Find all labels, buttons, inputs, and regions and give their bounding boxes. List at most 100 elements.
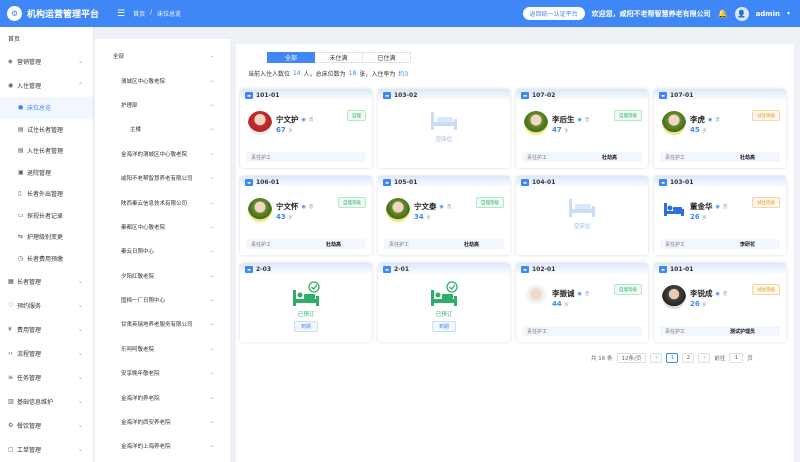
tab-full[interactable]: 已住满 bbox=[363, 52, 411, 63]
tree-node-label: 安享晚年敬老院 bbox=[121, 371, 160, 378]
bed-card[interactable]: ▬ 101-01 李锐成 ◉ 普 26 岁试住等级 责任护工 测试护理员 bbox=[654, 263, 786, 342]
bed-card[interactable]: ▬ 2-03 已预订 到期 bbox=[240, 263, 372, 342]
sidebar-item-bed-overview[interactable]: ● 床位总览 bbox=[0, 97, 93, 119]
sidebar-item-visits[interactable]: ▭ 探视长者记录 bbox=[0, 205, 93, 227]
chevron-down-icon: ⌄ bbox=[209, 370, 214, 377]
avatar[interactable]: 👤 bbox=[734, 6, 749, 21]
page-size-select[interactable]: 12条/页 bbox=[616, 353, 647, 363]
bed-card-header: ▬ 107-01 bbox=[654, 89, 786, 101]
bed-card-header: ▬ 104-01 bbox=[516, 176, 648, 188]
tree-node[interactable]: 金海洋的西安养老院 ⌄ bbox=[95, 410, 230, 434]
chevron-down-icon: ⌄ bbox=[209, 126, 214, 133]
elder-grade: 普 bbox=[584, 117, 590, 123]
sidebar-item-care-level[interactable]: ⇆ 护理级别变更 bbox=[0, 226, 93, 248]
bed-icon: ▬ bbox=[383, 178, 391, 186]
room-number: 105-01 bbox=[394, 178, 418, 186]
page-button[interactable]: 2 bbox=[682, 353, 695, 363]
sidebar-item-fees[interactable]: ¥ 费用管理 ⌄ bbox=[0, 317, 93, 341]
return-auth-platform-button[interactable]: 返回统一认证平台 bbox=[522, 7, 585, 20]
sidebar-item-prepay[interactable]: ◷ 长者费用预缴 bbox=[0, 248, 93, 270]
user-name[interactable]: admin bbox=[756, 10, 780, 18]
gender-icon: ◉ bbox=[301, 203, 306, 210]
sidebar-item-label: 长者外出管理 bbox=[27, 191, 64, 199]
sidebar-item-checkin[interactable]: ◉ 入住管理 ⌃ bbox=[0, 73, 93, 97]
sidebar-item-label: 长者管理 bbox=[17, 278, 42, 286]
tree-node[interactable]: 国棉一厂日照中心 ⌄ bbox=[95, 288, 230, 312]
tree-node[interactable]: 金海洋的养老院 ⌄ bbox=[95, 385, 230, 409]
caregiver-label: 责任护工 bbox=[251, 154, 272, 161]
chevron-down-icon[interactable]: ▾ bbox=[787, 10, 790, 17]
sidebar-item-process[interactable]: ‹› 流程管理 ⌄ bbox=[0, 341, 93, 365]
tree-node[interactable]: 金海洋的渭城区中心敬老院 ⌄ bbox=[95, 142, 230, 166]
sidebar-item-tasks[interactable]: ≡ 任务管理 ⌄ bbox=[0, 365, 93, 389]
stats-rate: 约3 bbox=[398, 71, 409, 78]
sidebar-item-label: 任务管理 bbox=[17, 374, 42, 382]
tree-node[interactable]: 陕西秦云信息技术有限公司 ⌄ bbox=[95, 190, 230, 214]
chevron-down-icon: ⌄ bbox=[77, 277, 83, 285]
tree-node-label: 乐呵呵敬老院 bbox=[121, 346, 155, 353]
elder-grade: 普 bbox=[584, 291, 590, 297]
sidebar-item-tickets[interactable]: ▢ 工单管理 ⌄ bbox=[0, 437, 93, 461]
sidebar-item-discharge[interactable]: ▣ 退院管理 bbox=[0, 162, 93, 184]
bed-card[interactable]: ▬ 106-01 宁文怀 ◉ 普 43 岁自理等级 责任护工 杜劫高 bbox=[240, 176, 372, 255]
tree-node-label: 金海洋的西安养老院 bbox=[121, 420, 171, 427]
elder-photo bbox=[662, 111, 686, 135]
sidebar-item-resident-elders[interactable]: ▤ 入住长者管理 bbox=[0, 140, 93, 162]
sidebar-item-trial-elders[interactable]: ▤ 试住长者管理 bbox=[0, 119, 93, 141]
sidebar-item-elders[interactable]: ▦ 长者管理 ⌄ bbox=[0, 269, 93, 293]
tree-node[interactable]: 秦云日照中心 ⌄ bbox=[95, 239, 230, 263]
tree-node[interactable]: 安享晚年敬老院 ⌄ bbox=[95, 361, 230, 385]
next-page-button[interactable]: › bbox=[698, 353, 711, 363]
menu-toggle-icon[interactable]: ☰ bbox=[117, 9, 125, 19]
tree-node[interactable]: 全部 ⌄ bbox=[95, 44, 230, 68]
bed-card[interactable]: ▬ 101-01 宁文护 ◉ 普 67 岁自理 责任护工 bbox=[240, 89, 372, 168]
tree-node[interactable]: 甘肃英瑞地养老服务有限公司 ⌄ bbox=[95, 312, 230, 336]
elder-name-line: 李锐成 ◉ 普 bbox=[690, 288, 727, 299]
bed-icon: ▬ bbox=[659, 178, 667, 186]
bed-card[interactable]: ▬ 105-01 宁文泰 ◉ 普 34 岁自理等级 责任护工 杜劫高 bbox=[378, 176, 510, 255]
prev-page-button[interactable]: ‹ bbox=[650, 353, 663, 363]
tab-not-full[interactable]: 未住满 bbox=[315, 52, 363, 63]
sidebar-item-basic-info[interactable]: ▥ 基础信息维护 ⌄ bbox=[0, 389, 93, 413]
tree-node[interactable]: 咸阳不老帮智慧养老有限公司 ⌄ bbox=[95, 166, 230, 190]
bed-card[interactable]: ▬ 103-01 董金华 ◉ 普 26 岁试住等级 责任护工 李研花 bbox=[654, 176, 786, 255]
bed-card[interactable]: ▬ 104-01 空床位 bbox=[516, 176, 648, 255]
sidebar-item-dining[interactable]: ⚙ 餐饮管理 ⌄ bbox=[0, 413, 93, 437]
bed-card[interactable]: ▬ 107-02 李后生 ◉ 普 47 岁自理等级 责任护工 杜劫高 bbox=[516, 89, 648, 168]
bed-card[interactable]: ▬ 2-01 已预订 到期 bbox=[378, 263, 510, 342]
tree-node[interactable]: 夕阳红敬老院 ⌄ bbox=[95, 264, 230, 288]
age-value: 43 bbox=[276, 213, 286, 221]
tree-node[interactable]: 护理部 ⌄ bbox=[95, 93, 230, 117]
sidebar-item-home[interactable]: 首页 bbox=[0, 27, 93, 49]
page-button[interactable]: 1 bbox=[666, 353, 679, 363]
tree-node[interactable]: 乐呵呵敬老院 ⌄ bbox=[95, 337, 230, 361]
tree-node[interactable]: 秦都区中心敬老院 ⌄ bbox=[95, 215, 230, 239]
elder-grade: 普 bbox=[308, 204, 314, 210]
sidebar-item-outing[interactable]: ▯ 长者外出管理 bbox=[0, 183, 93, 205]
caregiver-label: 责任护工 bbox=[665, 241, 686, 248]
elder-age: 43 岁 bbox=[276, 213, 293, 221]
sidebar-item-label: 试住长者管理 bbox=[27, 126, 64, 134]
booking-action-button[interactable]: 到期 bbox=[293, 321, 318, 332]
booked-bed: 已预订 到期 bbox=[378, 281, 510, 332]
sidebar-item-booking[interactable]: ♡ 预约服务 ⌄ bbox=[0, 293, 93, 317]
tree-node[interactable]: 主楼 ⌄ bbox=[95, 117, 230, 141]
goto-page-input[interactable]: 1 bbox=[729, 353, 744, 363]
chevron-down-icon: ⌄ bbox=[77, 421, 83, 429]
tree-node[interactable]: 金海洋的上海养老院 ⌄ bbox=[95, 434, 230, 458]
breadcrumb-home[interactable]: 首页 bbox=[133, 9, 145, 18]
care-level-badge: 试住等级 bbox=[752, 110, 780, 121]
bed-card[interactable]: ▬ 102-01 李振诚 ◉ 普 44 岁自理等级 责任护工 bbox=[516, 263, 648, 342]
bed-card[interactable]: ▬ 107-01 李虎 ◉ 普 45 岁试住等级 责任护工 杜劫高 bbox=[654, 89, 786, 168]
tree-node[interactable]: 渭城区中心敬老院 ⌄ bbox=[95, 68, 230, 92]
sidebar-item-label: 长者费用预缴 bbox=[27, 255, 64, 263]
exit-icon: ▣ bbox=[18, 168, 24, 176]
sidebar-item-label: 入住长者管理 bbox=[27, 148, 64, 156]
tab-all[interactable]: 全部 bbox=[267, 52, 315, 63]
elder-age: 47 岁 bbox=[552, 126, 569, 134]
bed-card[interactable]: ▬ 103-02 空床位 bbox=[378, 89, 510, 168]
app-logo-icon: ⚙ bbox=[7, 6, 22, 21]
bell-icon[interactable]: 🔔 bbox=[718, 9, 728, 18]
sidebar-item-marketing[interactable]: ◈ 营销管理 ⌄ bbox=[0, 49, 93, 73]
booking-action-button[interactable]: 到期 bbox=[431, 321, 456, 332]
